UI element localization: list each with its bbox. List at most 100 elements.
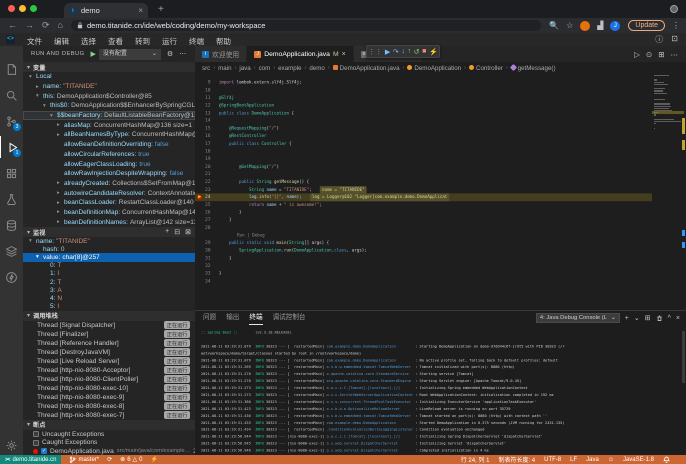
variable-row[interactable]: 2:T bbox=[23, 278, 195, 286]
variable-row[interactable]: ▾value:char[8]@257 bbox=[23, 253, 195, 261]
eol-indicator[interactable]: LF bbox=[570, 457, 577, 463]
variable-row[interactable]: hash:0 bbox=[23, 245, 195, 253]
breadcrumb-item[interactable]: example bbox=[278, 65, 301, 72]
profile-avatar[interactable]: J bbox=[610, 21, 620, 31]
breakpoints-section-header[interactable]: ▾断点 bbox=[23, 420, 195, 430]
feedback-smiley-icon[interactable]: ☺ bbox=[608, 457, 614, 463]
address-bar[interactable]: demo.titanide.cn/ide/web/coding/demo/my-… bbox=[71, 20, 541, 31]
thread-row[interactable]: Thread [Finalizer]正在运行 bbox=[23, 330, 195, 339]
editor-more-icon[interactable]: ⋯ bbox=[671, 50, 679, 59]
breadcrumb[interactable]: src›main›java›com›example›demo›DemoAppli… bbox=[195, 62, 686, 74]
run-debug-icon[interactable]: 1 bbox=[0, 136, 23, 158]
variable-row[interactable]: ▾name:"TITANIDE" bbox=[23, 237, 195, 245]
breadcrumb-item[interactable]: Controller bbox=[469, 65, 503, 72]
jdk-indicator[interactable]: JavaSE-1.8 bbox=[623, 457, 654, 463]
start-debug-icon[interactable]: ▶ bbox=[91, 50, 96, 58]
browser-profile-icon[interactable] bbox=[670, 5, 678, 13]
step-over-icon[interactable]: ↷ bbox=[393, 48, 399, 56]
breadcrumb-item[interactable]: src bbox=[202, 65, 210, 72]
breakpoint-row[interactable]: ✓DemoApplication.javasrc/main/java/com/e… bbox=[23, 447, 195, 455]
panel-tab-输出[interactable]: 输出 bbox=[226, 311, 239, 325]
variable-row[interactable]: allowCircularReferences:true bbox=[23, 150, 195, 160]
thread-row[interactable]: Thread [DestroyJavaVM]正在运行 bbox=[23, 348, 195, 357]
menu-帮助[interactable]: 帮助 bbox=[210, 37, 237, 46]
debug-config-dropdown[interactable]: 没有配置⌄ bbox=[99, 49, 161, 60]
debug-alt-icon[interactable]: ⊙ bbox=[646, 50, 652, 59]
language-indicator[interactable]: Java bbox=[586, 457, 599, 463]
debug-status-icon[interactable]: ⚡ bbox=[151, 456, 158, 463]
breadcrumb-item[interactable]: com bbox=[259, 65, 271, 72]
terminal-output[interactable]: :: Spring Boot :: (v2.3.10.RELEASE)2021-… bbox=[195, 329, 686, 453]
window-zoom-button[interactable] bbox=[30, 5, 37, 12]
variable-row[interactable]: ▾this$0:DemoApplication$$EnhancerBySprin… bbox=[23, 101, 195, 111]
watch-add-icon[interactable]: + bbox=[165, 228, 169, 236]
new-terminal-icon[interactable]: + bbox=[625, 315, 629, 322]
layout-icon[interactable]: ⊡ bbox=[671, 34, 678, 45]
breakpoint-checkbox[interactable] bbox=[33, 440, 39, 446]
cursor-position[interactable]: 行 24, 列 1 bbox=[461, 455, 490, 464]
watch-close-icon[interactable]: ⊠ bbox=[185, 228, 191, 236]
breakpoint-checkbox[interactable] bbox=[33, 431, 39, 437]
thread-row[interactable]: Thread [http-nio-8080-exec-8]正在运行 bbox=[23, 402, 195, 411]
extensions-icon[interactable] bbox=[0, 162, 23, 184]
extension-avatar-icon[interactable] bbox=[580, 21, 590, 31]
variable-row[interactable]: 5:I bbox=[23, 303, 195, 311]
terminal-dropdown-icon[interactable]: ⌄ bbox=[634, 314, 640, 322]
hot-reload-icon[interactable]: ⚡ bbox=[429, 48, 438, 56]
sidebar-more-icon[interactable]: ⋯ bbox=[179, 50, 186, 58]
variable-row[interactable]: 4:N bbox=[23, 294, 195, 302]
variable-row[interactable]: 3:A bbox=[23, 286, 195, 294]
variable-row[interactable]: allowRawInjectionDespiteWrapping:false bbox=[23, 169, 195, 179]
variables-section-header[interactable]: ▾变量 bbox=[23, 62, 195, 72]
problems-indicator[interactable]: ⊗ 6 △ 0 bbox=[120, 456, 142, 463]
tab-close-icon[interactable]: × bbox=[138, 6, 143, 15]
breakpoint-checkbox[interactable]: ✓ bbox=[41, 448, 47, 454]
thread-row[interactable]: Thread [Reference Handler]正在运行 bbox=[23, 339, 195, 348]
sync-indicator[interactable]: ⟳ bbox=[107, 456, 112, 463]
watch-section-header[interactable]: ▾监视 +⊟⊠ bbox=[23, 227, 195, 237]
power-bolt-icon[interactable] bbox=[0, 266, 23, 288]
variable-row[interactable]: ▸beanClassLoader:RestartClassLoader@140 bbox=[23, 198, 195, 208]
menu-终端[interactable]: 终端 bbox=[183, 37, 210, 46]
panel-tab-问题[interactable]: 问题 bbox=[203, 311, 216, 325]
menu-文件[interactable]: 文件 bbox=[21, 37, 48, 46]
breadcrumb-item[interactable]: getMessage() bbox=[511, 65, 556, 72]
window-close-button[interactable] bbox=[8, 5, 15, 12]
breadcrumb-item[interactable]: java bbox=[239, 65, 250, 72]
search-icon[interactable] bbox=[0, 84, 23, 106]
trash-icon[interactable] bbox=[656, 315, 663, 322]
split-terminal-icon[interactable]: ⊞ bbox=[645, 314, 651, 322]
breakpoint-row[interactable]: Caught Exceptions bbox=[23, 438, 195, 447]
panel-scrollbar[interactable] bbox=[682, 331, 685, 383]
breakpoint-current-line-icon[interactable]: ▶ bbox=[197, 195, 203, 201]
codelens-run-debug[interactable]: Run | Debug bbox=[195, 232, 652, 240]
variable-row[interactable]: ▾Local bbox=[23, 72, 195, 82]
breadcrumb-item[interactable]: DemoApplication bbox=[407, 65, 461, 72]
variable-row[interactable]: 1:I bbox=[23, 270, 195, 278]
panel-tab-终端[interactable]: 终端 bbox=[249, 311, 262, 325]
new-tab-button[interactable]: + bbox=[158, 4, 164, 15]
split-editor-icon[interactable]: ⊞ bbox=[658, 50, 664, 59]
variable-row[interactable]: allowBeanDefinitionOverriding:false bbox=[23, 140, 195, 150]
editor-tab[interactable]: JDemoApplication.javaM× bbox=[247, 46, 354, 62]
variable-row[interactable]: ▸beanDefinitionNames:ArrayList@142 size=… bbox=[23, 217, 195, 227]
browser-menu-icon[interactable]: ⋮ bbox=[672, 21, 680, 30]
panel-maximize-icon[interactable]: ^ bbox=[668, 315, 671, 322]
thread-row[interactable]: Thread [http-nio-8080-Acceptor]正在运行 bbox=[23, 366, 195, 375]
back-icon[interactable]: ← bbox=[8, 18, 17, 33]
minimap[interactable] bbox=[652, 74, 684, 310]
variable-row[interactable]: ▾$$beanFactory:DefaultListableBeanFactor… bbox=[23, 111, 195, 121]
window-minimize-button[interactable] bbox=[19, 5, 26, 12]
zoom-icon[interactable]: 🔍 bbox=[549, 21, 559, 30]
notifications-bell-icon[interactable] bbox=[663, 456, 670, 463]
toolbar-drag-handle[interactable]: ⋮⋮ bbox=[368, 48, 382, 56]
variable-row[interactable]: ▾this:DemoApplication$Controller@85 bbox=[23, 91, 195, 101]
step-into-icon[interactable]: ↓ bbox=[401, 48, 405, 55]
panel-close-icon[interactable]: × bbox=[676, 315, 680, 322]
variable-row[interactable]: ▸allBeanNamesByType:ConcurrentHashMap@13… bbox=[23, 130, 195, 140]
explorer-icon[interactable] bbox=[0, 58, 23, 80]
source-control-icon[interactable]: 3 bbox=[0, 110, 23, 132]
thread-row[interactable]: Thread [Signal Dispatcher]正在运行 bbox=[23, 321, 195, 330]
thread-row[interactable]: Thread [http-nio-8080-ClientPoller]正在运行 bbox=[23, 375, 195, 384]
tab-close-icon[interactable]: × bbox=[342, 51, 346, 58]
